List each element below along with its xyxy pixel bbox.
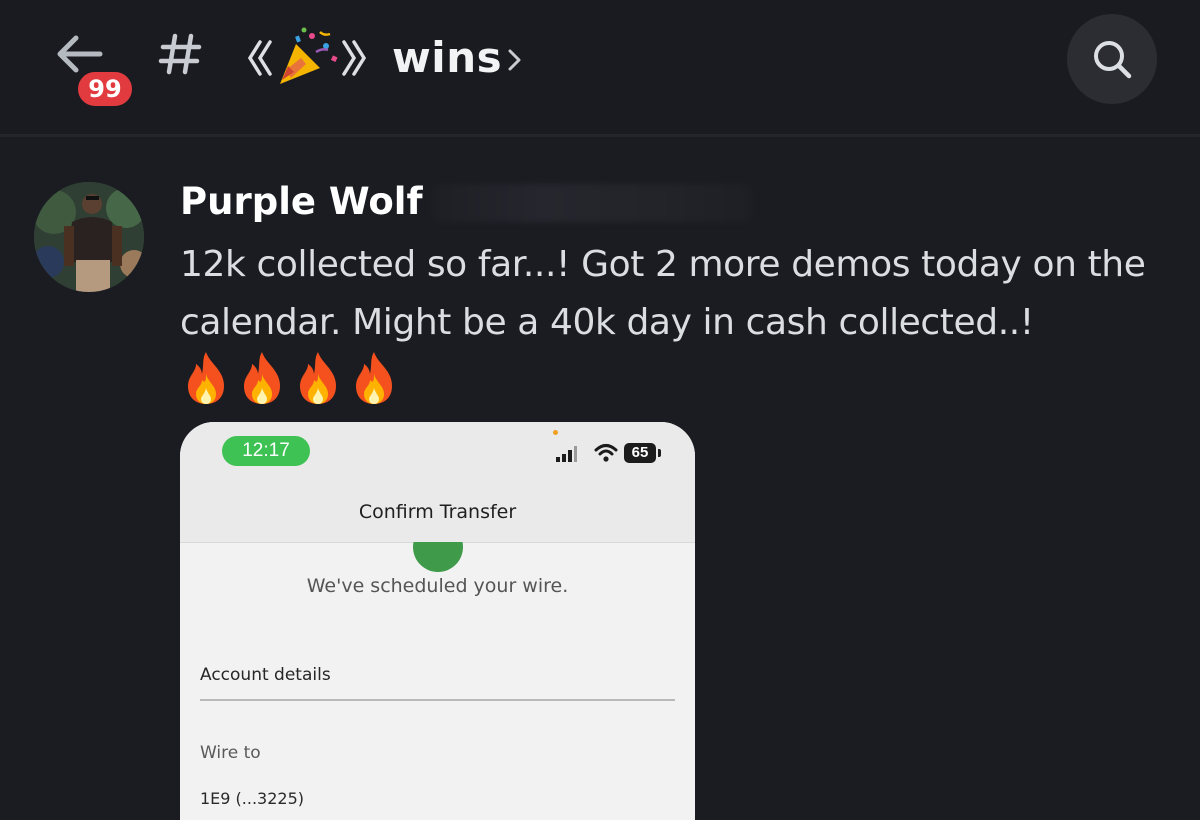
battery-level: 65 [624, 443, 656, 463]
chat-screen: 99 wins Purple Wolf 12k collected so far… [0, 0, 1200, 820]
fire-emoji-row [180, 350, 400, 410]
cellular-signal-icon [556, 446, 577, 462]
message-text: 12k collected so far...! Got 2 more demo… [180, 244, 1146, 343]
fire-icon [356, 352, 392, 404]
confirmation-message: We've scheduled your wire. [306, 575, 569, 597]
divider [200, 699, 675, 701]
message-author[interactable]: Purple Wolf [180, 176, 423, 228]
account-details-heading: Account details [200, 665, 331, 685]
avatar-photo [34, 182, 144, 292]
channel-name[interactable]: wins [392, 30, 502, 86]
screen-title: Confirm Transfer [358, 501, 517, 523]
party-popper-icon [247, 27, 367, 84]
phone-nav-bar: 12:17 65 Confirm Transfer [180, 422, 695, 543]
search-icon [1094, 41, 1132, 79]
unread-count-badge: 99 [74, 68, 136, 110]
wire-to-value: 1E9 (...3225) [200, 789, 305, 808]
avatar[interactable] [34, 182, 144, 292]
privacy-indicator-dot [553, 430, 558, 435]
fire-icon [188, 352, 224, 404]
fire-icon [244, 352, 280, 404]
redacted-area [432, 184, 752, 222]
battery-nub [658, 449, 661, 457]
hash-icon [158, 33, 202, 75]
fire-icon [300, 352, 336, 404]
channel-header: 99 wins [0, 0, 1200, 137]
wifi-icon [594, 444, 618, 462]
chevron-right-icon[interactable] [505, 44, 525, 76]
wire-to-label: Wire to [200, 743, 261, 763]
search-button[interactable] [1067, 14, 1157, 104]
image-attachment[interactable]: 12:17 65 Confirm Transfer We've schedule… [180, 422, 695, 820]
status-time: 12:17 [222, 436, 310, 466]
